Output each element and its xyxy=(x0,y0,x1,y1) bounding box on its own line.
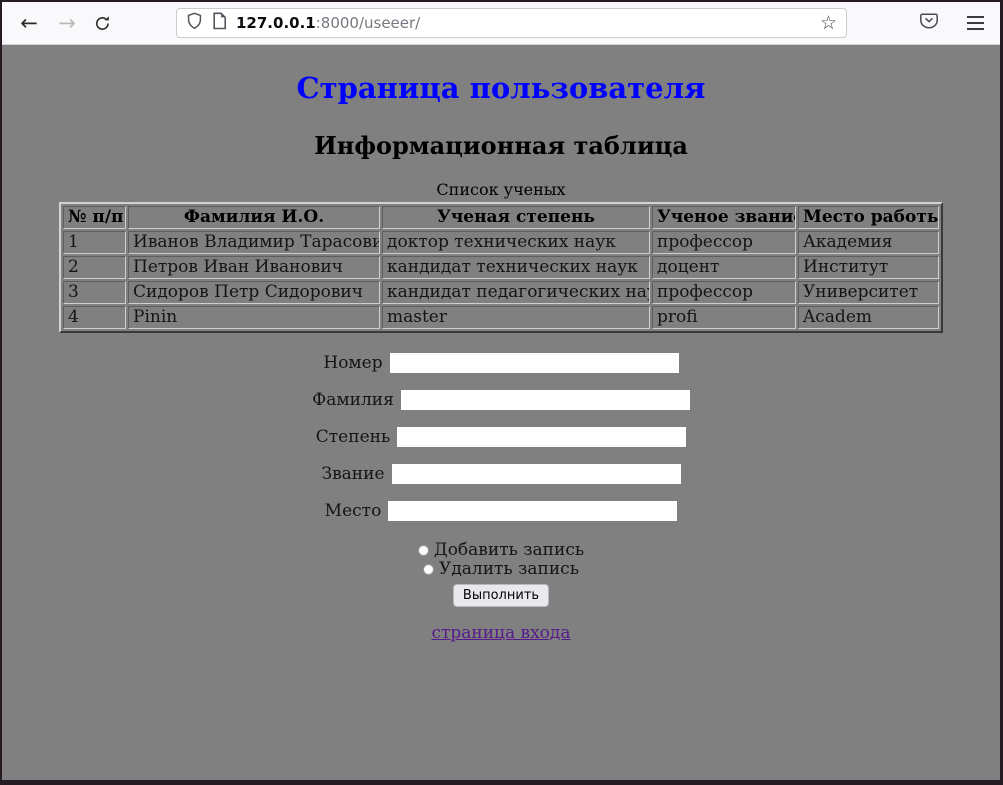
menu-icon[interactable] xyxy=(967,16,984,30)
forward-icon: → xyxy=(56,12,78,34)
rank-field[interactable] xyxy=(392,464,681,484)
column-header: № п/п xyxy=(63,206,126,229)
address-bar[interactable]: 127.0.0.1:8000/useeer/ ☆ xyxy=(176,8,847,38)
table-row: 3 Сидоров Петр Сидорович кандидат педаго… xyxy=(63,281,939,304)
table-row: 2 Петров Иван Иванович кандидат техничес… xyxy=(63,256,939,279)
browser-toolbar: ← → 127.0.0.1:8000/useeer/ xyxy=(2,2,1000,45)
table-cell: Институт xyxy=(798,256,939,279)
page-title: Страница пользователя xyxy=(2,71,1000,105)
bookmark-star-icon[interactable]: ☆ xyxy=(820,14,837,33)
add-record-radio[interactable] xyxy=(418,545,429,556)
shield-icon[interactable] xyxy=(186,12,203,34)
url-text[interactable]: 127.0.0.1:8000/useeer/ xyxy=(236,14,811,32)
table-cell: доктор технических наук xyxy=(382,231,650,254)
table-row: 4 Pinin master profi Academ xyxy=(63,306,939,329)
table-cell: кандидат технических наук xyxy=(382,256,650,279)
field-label-degree: Степень xyxy=(316,427,390,447)
table-cell: кандидат педагогических наук xyxy=(382,281,650,304)
degree-field[interactable] xyxy=(397,427,686,447)
place-field[interactable] xyxy=(388,501,677,521)
table-cell: Academ xyxy=(798,306,939,329)
table-cell: Иванов Владимир Тарасович xyxy=(128,231,380,254)
column-header: Ученая степень xyxy=(382,206,650,229)
table-cell: Академия xyxy=(798,231,939,254)
field-label-number: Номер xyxy=(323,353,382,373)
reload-icon[interactable] xyxy=(94,15,116,32)
field-label-place: Место xyxy=(325,501,382,521)
field-label-surname: Фамилия xyxy=(312,390,394,410)
field-label-rank: Звание xyxy=(321,464,384,484)
column-header: Ученое звание xyxy=(652,206,796,229)
delete-record-label: Удалить запись xyxy=(439,560,579,579)
table-cell: Сидоров Петр Сидорович xyxy=(128,281,380,304)
column-header: Место работы xyxy=(798,206,939,229)
table-cell: 2 xyxy=(63,256,126,279)
table-cell: profi xyxy=(652,306,796,329)
delete-record-radio[interactable] xyxy=(423,564,434,575)
login-page-link[interactable]: страница входа xyxy=(431,623,570,643)
table-cell: 3 xyxy=(63,281,126,304)
table-cell: master xyxy=(382,306,650,329)
web-page: Страница пользователя Информационная таб… xyxy=(2,45,1000,780)
add-record-label: Добавить запись xyxy=(434,541,584,560)
back-icon[interactable]: ← xyxy=(18,12,40,34)
table-row: 1 Иванов Владимир Тарасович доктор техни… xyxy=(63,231,939,254)
table-cell: Университет xyxy=(798,281,939,304)
table-cell: 1 xyxy=(63,231,126,254)
url-path: :8000/useeer/ xyxy=(316,14,421,32)
table-cell: профессор xyxy=(652,231,796,254)
page-info-icon[interactable] xyxy=(212,12,227,34)
number-field[interactable] xyxy=(390,353,679,373)
table-cell: профессор xyxy=(652,281,796,304)
url-host: 127.0.0.1 xyxy=(236,14,316,32)
surname-field[interactable] xyxy=(401,390,690,410)
table-caption: Список ученых xyxy=(2,180,1000,199)
pocket-icon[interactable] xyxy=(919,12,939,34)
table-header-row: № п/п Фамилия И.О. Ученая степень Ученое… xyxy=(63,206,939,229)
execute-button[interactable]: Выполнить xyxy=(453,584,549,607)
browser-window: ← → 127.0.0.1:8000/useeer/ xyxy=(2,2,1000,780)
scientists-table: № п/п Фамилия И.О. Ученая степень Ученое… xyxy=(59,202,943,333)
table-cell: 4 xyxy=(63,306,126,329)
table-cell: доцент xyxy=(652,256,796,279)
table-cell: Pinin xyxy=(128,306,380,329)
column-header: Фамилия И.О. xyxy=(128,206,380,229)
page-subtitle: Информационная таблица xyxy=(2,131,1000,160)
table-cell: Петров Иван Иванович xyxy=(128,256,380,279)
